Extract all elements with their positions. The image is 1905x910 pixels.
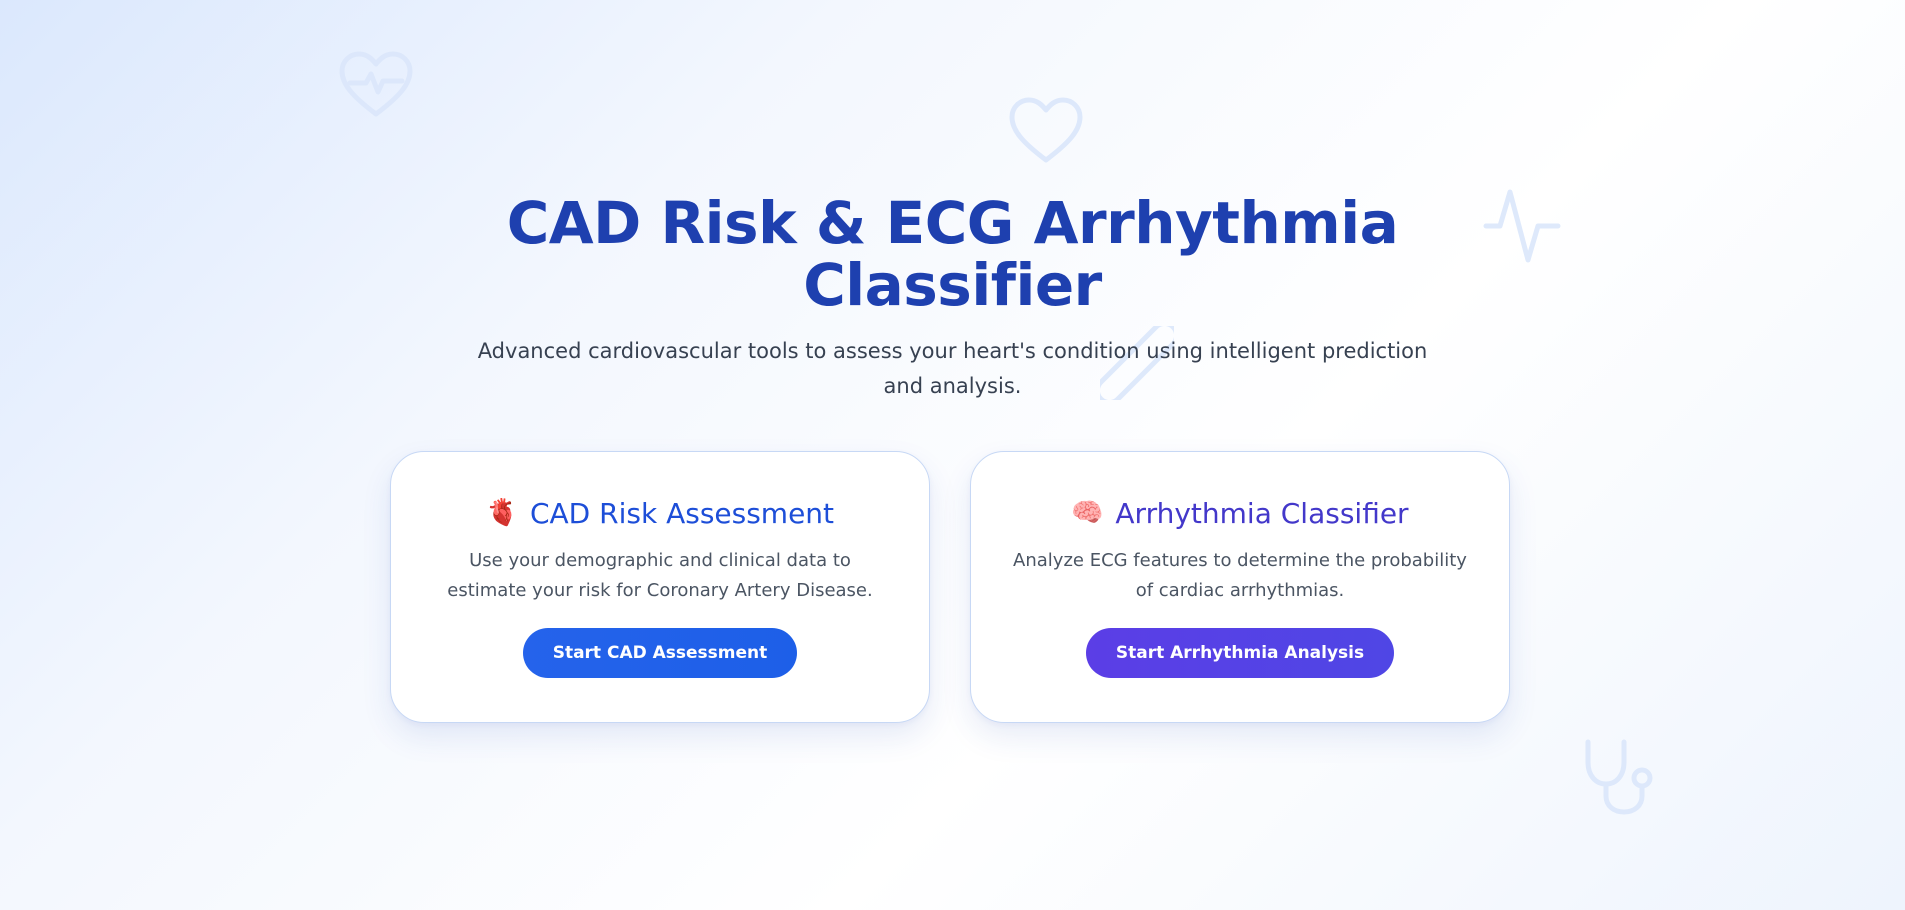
tool-cards: 🫀 CAD Risk Assessment Use your demograph… (390, 451, 1510, 723)
arrhythmia-card-title: 🧠 Arrhythmia Classifier (971, 496, 1509, 532)
arrhythmia-card-description: Analyze ECG features to determine the pr… (1013, 550, 1467, 601)
page-title: CAD Risk & ECG Arrhythmia Classifier (506, 189, 1399, 319)
start-arrhythmia-analysis-button[interactable]: Start Arrhythmia Analysis (1085, 628, 1395, 678)
heartbeat-icon (338, 50, 414, 120)
page-subtitle: Advanced cardiovascular tools to assess … (477, 339, 1428, 398)
cad-card-description: Use your demographic and clinical data t… (447, 550, 873, 601)
heart-icon (1008, 96, 1084, 166)
arrhythmia-classifier-card: 🧠 Arrhythmia Classifier Analyze ECG feat… (970, 451, 1510, 723)
anatomical-heart-icon: 🫀 (485, 498, 519, 528)
arrhythmia-card-title-text: Arrhythmia Classifier (1115, 497, 1409, 530)
cad-risk-card: 🫀 CAD Risk Assessment Use your demograph… (390, 451, 930, 723)
stethoscope-icon (1578, 738, 1658, 818)
brain-icon: 🧠 (1071, 498, 1104, 528)
hero-section: CAD Risk & ECG Arrhythmia Classifier Adv… (0, 192, 1905, 404)
cad-card-title: 🫀 CAD Risk Assessment (391, 496, 929, 532)
cad-card-title-text: CAD Risk Assessment (529, 497, 835, 530)
start-cad-assessment-button[interactable]: Start CAD Assessment (522, 628, 798, 678)
